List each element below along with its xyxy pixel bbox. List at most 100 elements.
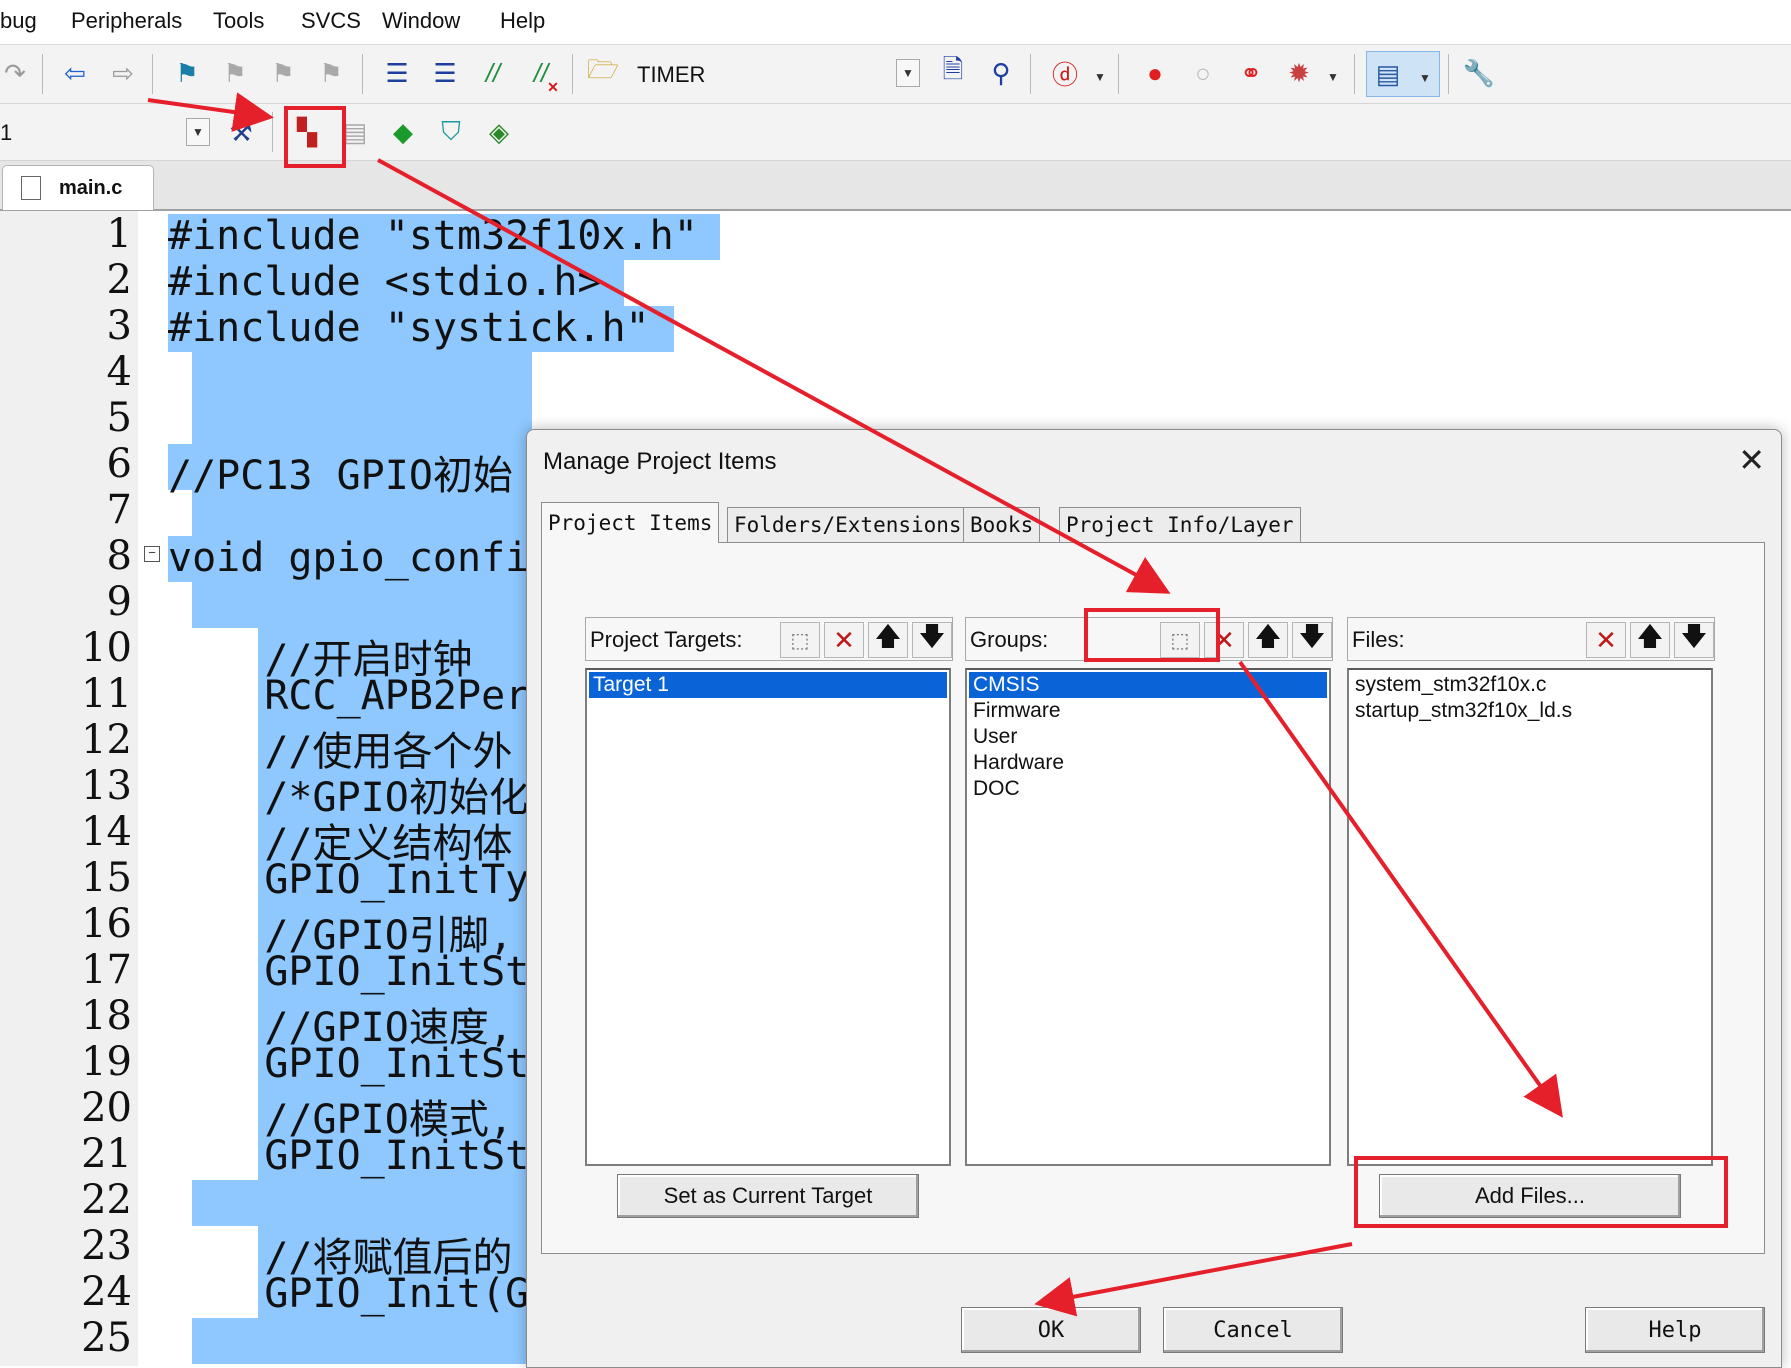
breakpoint-icon[interactable]: ●: [1140, 58, 1170, 88]
select-packs-icon[interactable]: ⛉: [436, 116, 466, 147]
toolbar-separator: [1448, 54, 1449, 94]
cancel-button[interactable]: Cancel: [1163, 1307, 1343, 1353]
groups-header: Groups: ⬚ ✕ 🡅 🡇: [965, 617, 1333, 661]
list-item-group[interactable]: Firmware: [969, 698, 1327, 724]
line-number: 16: [81, 901, 132, 947]
comment-icon[interactable]: //: [478, 58, 508, 88]
delete-icon[interactable]: ✕: [824, 622, 864, 658]
open-folder-icon[interactable]: 🗁: [587, 54, 619, 88]
new-item-icon[interactable]: ⬚: [780, 622, 820, 658]
menu-peripherals[interactable]: Peripherals: [71, 8, 182, 34]
list-item-group[interactable]: User: [969, 724, 1327, 750]
line-number: 4: [106, 349, 132, 395]
tab-books[interactable]: Books: [963, 507, 1041, 542]
line-number: 15: [81, 855, 132, 901]
back-arrow-icon[interactable]: ⇦: [60, 58, 90, 88]
bookmark-next-icon[interactable]: ⚑: [268, 58, 298, 88]
selection-highlight-row: [192, 352, 532, 398]
debug-session-icon[interactable]: ⓓ: [1050, 58, 1080, 90]
find-in-files-icon[interactable]: 🗎: [938, 54, 968, 88]
target-name-label: TIMER: [637, 62, 706, 87]
list-item-file[interactable]: system_stm32f10x.c: [1351, 672, 1709, 698]
bookmark-prev-icon[interactable]: ⚑: [220, 58, 250, 88]
menu-tools[interactable]: Tools: [213, 8, 264, 34]
pack-installer-icon[interactable]: ◆: [388, 117, 418, 147]
kill-breakpoints-icon[interactable]: ⚭: [1236, 58, 1266, 88]
menu-debug[interactable]: bug: [0, 8, 37, 34]
files-list[interactable]: system_stm32f10x.c startup_stm32f10x_ld.…: [1347, 668, 1713, 1166]
window-layout-button[interactable]: ▤ ▼: [1366, 51, 1440, 97]
line-number: 5: [106, 395, 132, 441]
list-item-group[interactable]: DOC: [969, 776, 1327, 802]
configure-icon[interactable]: 🔧: [1463, 58, 1495, 88]
list-item-group[interactable]: CMSIS: [969, 672, 1327, 698]
window-layout-icon: ▤: [1375, 58, 1401, 89]
toolbar-separator: [152, 54, 153, 94]
tab-project-items[interactable]: Project Items: [541, 502, 720, 543]
menu-window[interactable]: Window: [382, 8, 460, 34]
move-down-icon[interactable]: 🡇: [1674, 621, 1714, 658]
manage-project-items-icon[interactable]: ▚: [292, 117, 322, 147]
find-icon[interactable]: ⚲: [986, 58, 1016, 88]
list-item-group[interactable]: Hardware: [969, 750, 1327, 776]
fold-toggle-icon[interactable]: −: [144, 546, 160, 562]
targets-header: Project Targets: ⬚ ✕ 🡅 🡇: [585, 617, 953, 661]
target-dropdown-button[interactable]: ▼: [896, 59, 920, 87]
toolbar-separator: [272, 112, 273, 152]
delete-icon[interactable]: ✕: [1586, 622, 1626, 658]
build-toolbar: 1 ▼ ⚒ ▚ ▤ ◆ ⛉ ◈: [0, 104, 1791, 161]
move-down-icon[interactable]: 🡇: [912, 621, 952, 658]
code-line: #include "systick.h": [168, 305, 650, 351]
delete-icon[interactable]: ✕: [1204, 622, 1244, 658]
add-files-button[interactable]: Add Files...: [1379, 1174, 1681, 1218]
list-item-file[interactable]: startup_stm32f10x_ld.s: [1351, 698, 1709, 724]
toolbar-separator: [42, 54, 43, 94]
tab-folders-extensions[interactable]: Folders/Extensions: [727, 507, 969, 542]
bookmark-set-icon[interactable]: ⚑: [172, 58, 202, 88]
chevron-down-icon: ▼: [192, 125, 204, 139]
line-number: 6: [106, 441, 132, 487]
line-number: 20: [81, 1085, 132, 1131]
unindent-icon[interactable]: ☰: [430, 58, 460, 88]
menu-bar: bug Peripherals Tools SVCS Window Help: [0, 0, 1791, 45]
line-number: 17: [81, 947, 132, 993]
disable-all-breakpoints-icon[interactable]: ✹: [1284, 58, 1314, 88]
move-up-icon[interactable]: 🡅: [1630, 621, 1670, 658]
indent-icon[interactable]: ☰: [382, 58, 412, 88]
move-up-icon[interactable]: 🡅: [868, 621, 908, 658]
manage-runtime-icon[interactable]: ◈: [484, 117, 514, 147]
document-icon: [21, 176, 41, 200]
code-line: GPIO_InitSt: [168, 949, 530, 995]
chevron-down-icon[interactable]: ▼: [1327, 70, 1339, 84]
list-item-target[interactable]: Target 1: [589, 672, 947, 698]
help-button[interactable]: Help: [1585, 1307, 1765, 1353]
target-combo-dropdown[interactable]: ▼: [186, 118, 210, 146]
build-options-icon[interactable]: ⚒: [226, 117, 256, 147]
files-label: Files:: [1352, 627, 1405, 652]
bookmark-clear-icon[interactable]: ⚑: [316, 58, 346, 88]
uncomment-cross-icon: ✕: [547, 78, 559, 95]
target-combo-value[interactable]: 1: [0, 120, 12, 146]
batch-build-icon[interactable]: ▤: [340, 117, 370, 147]
close-icon[interactable]: ✕: [1738, 442, 1765, 478]
tab-main-c[interactable]: main.c: [2, 165, 154, 210]
forward-arrow-icon[interactable]: ⇨: [108, 58, 138, 88]
line-number: 11: [81, 671, 132, 717]
chevron-down-icon[interactable]: ▼: [1094, 70, 1106, 84]
menu-svcs[interactable]: SVCS: [301, 8, 361, 34]
selection-highlight-row: [192, 398, 532, 444]
breakpoint-disable-icon[interactable]: ○: [1188, 58, 1218, 88]
manage-project-items-dialog: Manage Project Items ✕ Project Items Fol…: [526, 429, 1782, 1368]
groups-list[interactable]: CMSIS Firmware User Hardware DOC: [965, 668, 1331, 1166]
targets-list[interactable]: Target 1: [585, 668, 951, 1166]
menu-help[interactable]: Help: [500, 8, 545, 34]
set-current-target-button[interactable]: Set as Current Target: [617, 1174, 919, 1218]
tab-project-info-layer[interactable]: Project Info/Layer: [1059, 507, 1301, 542]
redo-icon[interactable]: ↷: [0, 58, 30, 88]
toolbar-separator: [1030, 54, 1031, 94]
dialog-title: Manage Project Items: [543, 448, 777, 475]
move-up-icon[interactable]: 🡅: [1248, 621, 1288, 658]
move-down-icon[interactable]: 🡇: [1292, 621, 1332, 658]
new-group-icon[interactable]: ⬚: [1160, 622, 1200, 658]
ok-button[interactable]: OK: [961, 1307, 1141, 1353]
